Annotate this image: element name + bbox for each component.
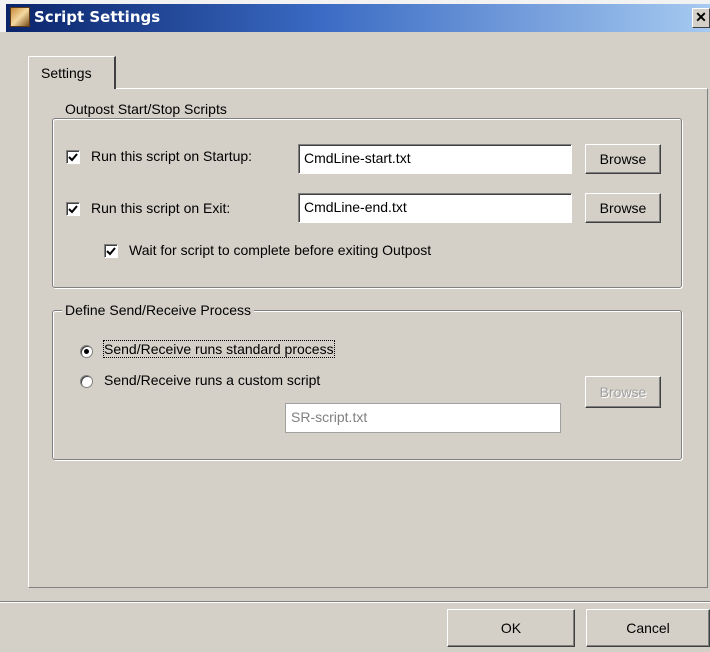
wait-checkbox[interactable] xyxy=(104,244,118,258)
checkmark-icon xyxy=(68,205,78,214)
close-icon: ✕ xyxy=(695,9,707,25)
footer-separator xyxy=(0,601,710,603)
radio-selected-dot xyxy=(84,349,89,354)
startstop-group-label: Outpost Start/Stop Scripts xyxy=(62,101,230,117)
startup-label: Run this script on Startup: xyxy=(91,148,253,164)
ok-button[interactable]: OK xyxy=(447,609,575,647)
startup-checkbox[interactable] xyxy=(66,150,80,164)
cancel-button[interactable]: Cancel xyxy=(586,609,710,647)
close-button[interactable]: ✕ xyxy=(692,8,710,28)
tab-settings[interactable]: Settings xyxy=(28,56,116,89)
custom-script-label: Send/Receive runs a custom script xyxy=(104,372,321,388)
custom-script-radio[interactable] xyxy=(80,375,93,388)
sendreceive-group-label: Define Send/Receive Process xyxy=(62,302,254,318)
exit-label: Run this script on Exit: xyxy=(91,200,231,216)
startup-script-field[interactable]: CmdLine-start.txt xyxy=(298,144,572,174)
sr-browse-button[interactable]: Browse xyxy=(585,376,661,408)
exit-script-field[interactable]: CmdLine-end.txt xyxy=(298,193,572,223)
startup-browse-button[interactable]: Browse xyxy=(585,144,661,174)
standard-process-radio[interactable] xyxy=(80,345,93,358)
wait-label: Wait for script to complete before exiti… xyxy=(129,242,432,258)
checkmark-icon xyxy=(106,247,116,256)
exit-checkbox[interactable] xyxy=(66,202,80,216)
tab-settings-label: Settings xyxy=(41,65,92,81)
window-title: Script Settings xyxy=(34,8,161,26)
standard-process-label: Send/Receive runs standard process xyxy=(103,340,335,358)
exit-browse-button[interactable]: Browse xyxy=(585,193,661,223)
app-icon xyxy=(10,7,30,27)
sr-script-field[interactable]: SR-script.txt xyxy=(285,403,561,433)
checkmark-icon xyxy=(68,153,78,162)
